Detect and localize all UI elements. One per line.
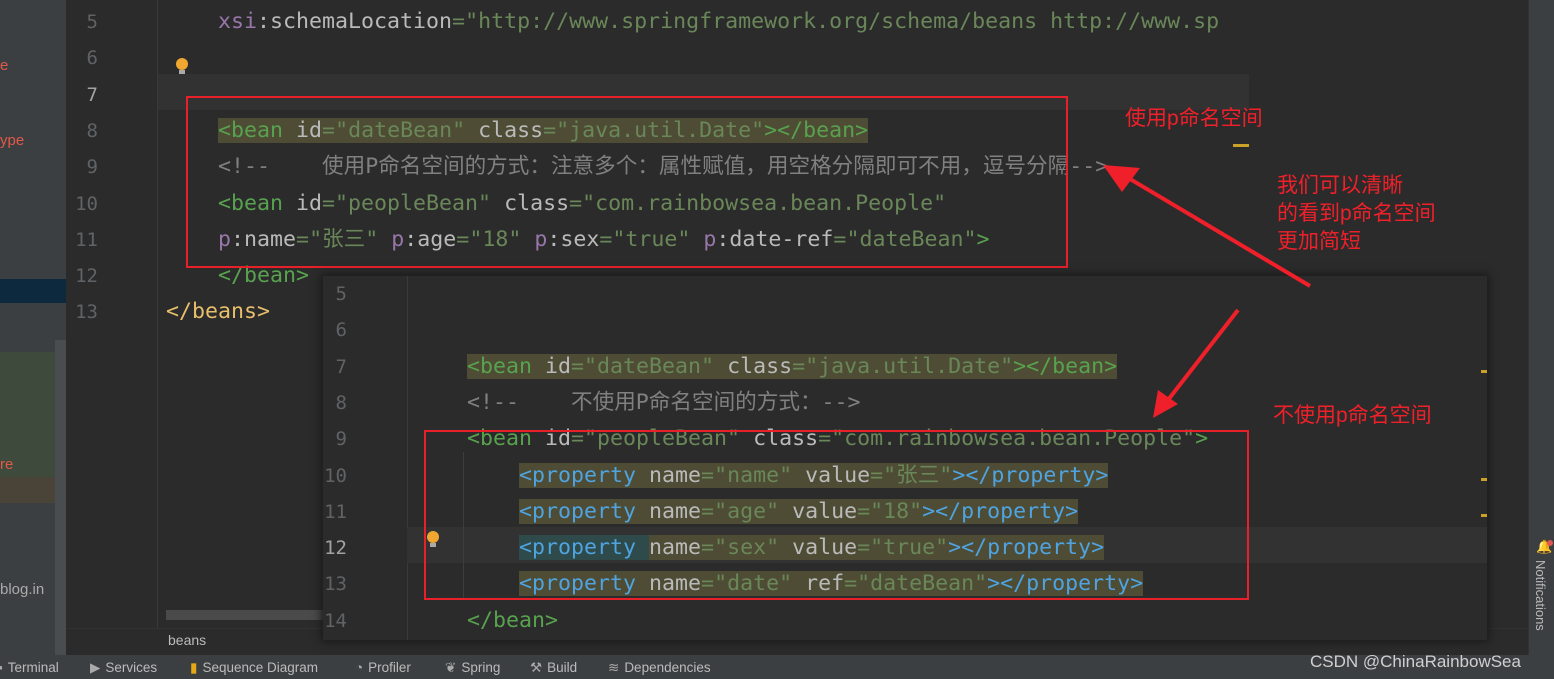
tool-terminal[interactable]: ▪ Terminal — [0, 660, 59, 675]
profiler-icon: ◔ — [355, 660, 364, 675]
sequence-diagram-icon: ▮ — [190, 660, 198, 675]
tool-label: Dependencies — [624, 660, 711, 675]
notification-badge — [1547, 540, 1553, 546]
arrow-to-no-p-namespace — [1166, 308, 1240, 402]
tool-spring[interactable]: ❦ Spring — [445, 660, 500, 676]
tool-sequence-diagram[interactable]: ▮ Sequence Diagram — [190, 660, 318, 676]
tool-services[interactable]: ▶ Services — [90, 660, 157, 676]
spring-icon: ❦ — [445, 660, 457, 675]
tool-label: Sequence Diagram — [202, 660, 319, 675]
tool-label: Build — [547, 660, 578, 675]
services-icon: ▶ — [90, 660, 101, 675]
tool-label: Terminal — [7, 660, 59, 675]
hammer-icon: ⚒ — [530, 660, 543, 675]
tool-label: Services — [105, 660, 158, 675]
annotation-arrows — [1103, 165, 1312, 418]
tool-window-bar: ▪ Terminal ▶ Services ▮ Sequence Diagram ◔ P… — [0, 652, 1554, 679]
right-tool-strip: 🔔 Notifications — [1528, 0, 1554, 655]
tool-build[interactable]: ⚒ Build — [530, 660, 577, 676]
arrow-head — [1103, 165, 1140, 192]
tool-label: Profiler — [368, 660, 411, 675]
terminal-icon: ▪ — [0, 660, 3, 675]
notifications-tab[interactable]: Notifications — [1533, 560, 1548, 631]
arrow-to-p-namespace — [1123, 174, 1312, 288]
tool-dependencies[interactable]: ≋ Dependencies — [608, 660, 711, 676]
dependencies-icon: ≋ — [608, 660, 620, 675]
watermark: CSDN @ChinaRainbowSea — [1310, 652, 1521, 671]
tool-label: Spring — [461, 660, 501, 675]
tool-profiler[interactable]: ◔ Profiler — [355, 660, 411, 675]
